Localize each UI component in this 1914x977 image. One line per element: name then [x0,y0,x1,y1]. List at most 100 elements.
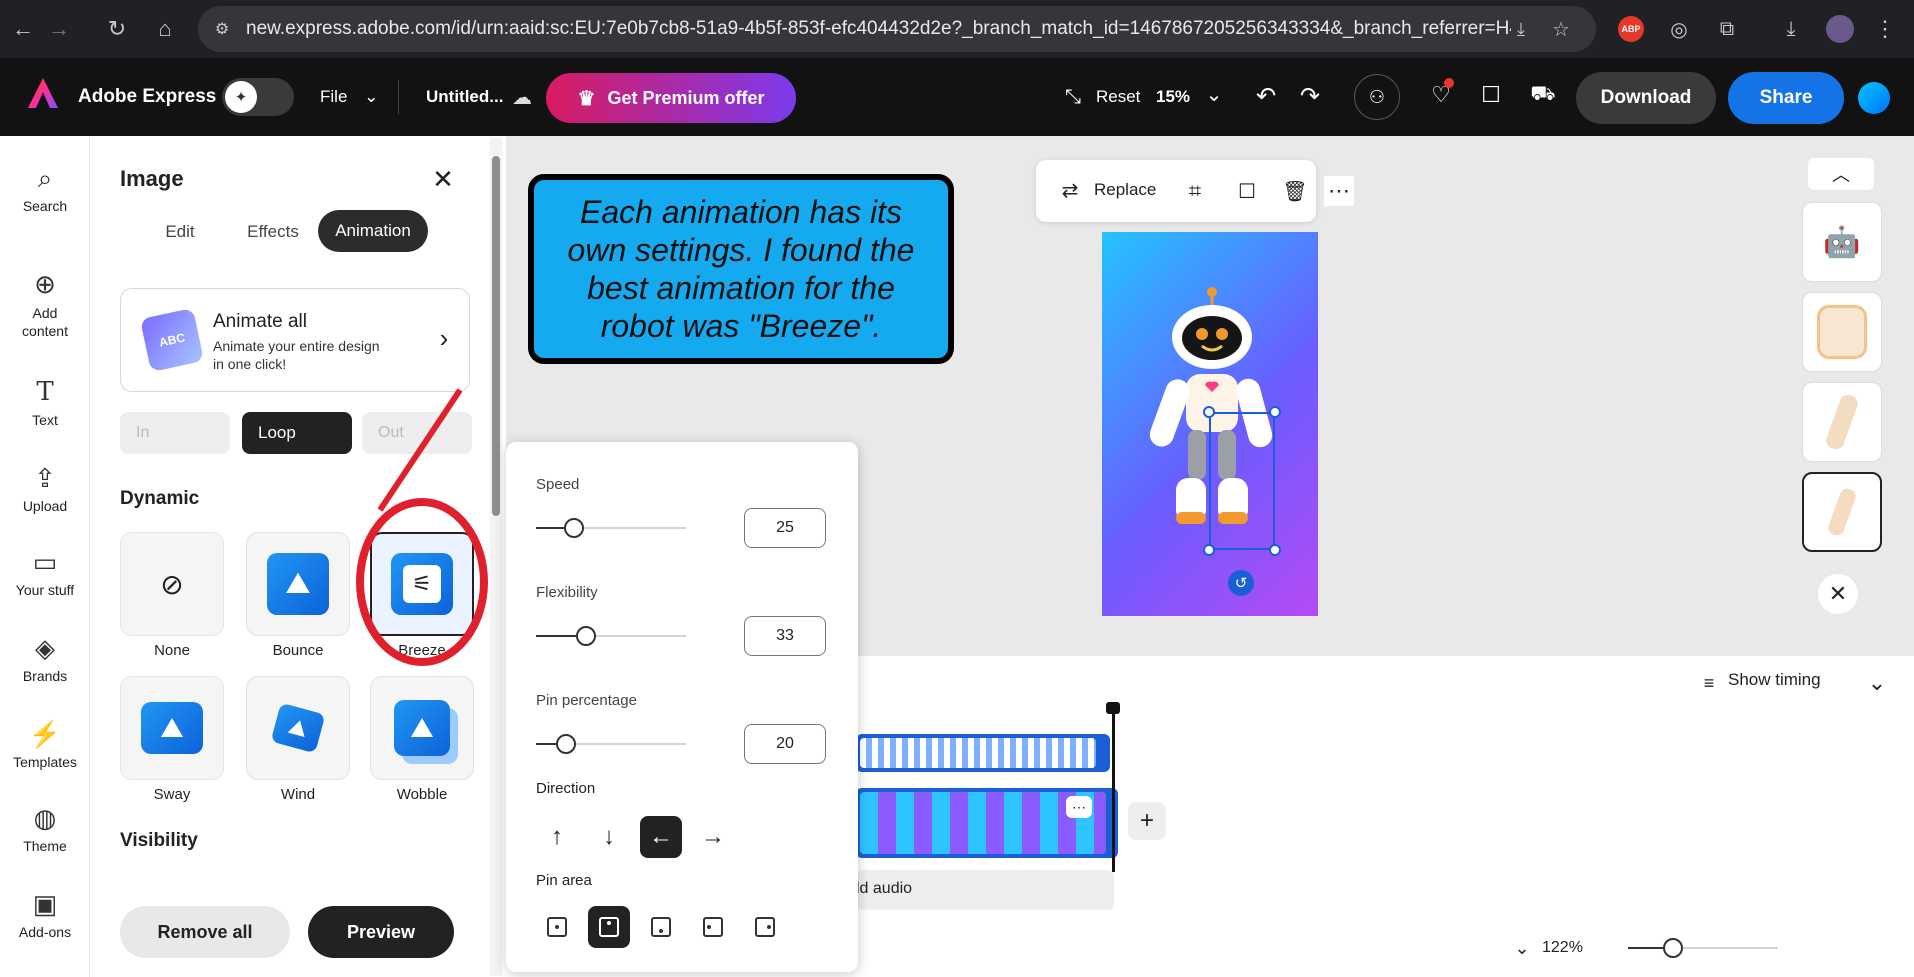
replace-button[interactable]: Replace [1094,180,1156,200]
direction-right-icon[interactable]: → [692,816,734,858]
design-artboard[interactable]: ↺ [1102,232,1318,616]
user-avatar[interactable] [1858,82,1890,114]
pin-area-top[interactable] [588,906,630,948]
back-icon[interactable]: ← [6,12,40,46]
cloud-save-icon[interactable]: ☁ [508,83,536,111]
tile-none[interactable]: ⊘ [120,532,224,636]
downloads-icon[interactable]: ⤓ [1776,14,1806,44]
timing-icon[interactable]: ≡ [1696,670,1722,696]
resize-handle[interactable] [1203,544,1215,556]
close-strip-icon[interactable]: ✕ [1818,574,1858,614]
direction-up-icon[interactable]: ↑ [536,816,578,858]
sync-extension-icon[interactable]: ◎ [1664,14,1694,44]
get-premium-button[interactable]: ♛ Get Premium offer [546,73,796,123]
address-bar[interactable]: ⚙ new.express.adobe.com/id/urn:aaid:sc:E… [198,6,1596,52]
crop-icon[interactable]: ⌗ [1180,176,1210,206]
pin-area-right[interactable] [744,906,786,948]
comment-icon[interactable]: ☐ [1232,176,1262,206]
trash-icon[interactable]: 🗑 [1280,176,1310,206]
selection-box[interactable] [1209,412,1275,550]
pin-percentage-input[interactable]: 20 [744,724,826,764]
slider-knob[interactable] [556,734,576,754]
rail-upload[interactable]: ⇪ Upload [0,464,90,514]
show-timing-button[interactable]: Show timing [1728,670,1821,690]
timeline-zoom-slider[interactable] [1628,938,1778,958]
animation-track[interactable] [856,734,1110,772]
segment-in[interactable]: In [120,412,230,454]
forward-icon[interactable]: → [42,12,76,46]
rail-brands[interactable]: ◈ Brands [0,634,90,684]
layer-thumb-leg[interactable] [1802,472,1882,552]
document-title[interactable]: Untitled... [426,87,503,107]
pin-area-bottom[interactable] [640,906,682,948]
add-audio-track[interactable]: ld audio [856,870,1114,910]
tab-effects[interactable]: Effects [230,214,316,250]
flexibility-input[interactable]: 33 [744,616,826,656]
bookmark-star-icon[interactable]: ☆ [1548,16,1574,42]
resize-handle[interactable] [1203,406,1215,418]
ai-toggle[interactable]: ✦ [222,78,294,116]
layer-thumb-head[interactable]: 🤖 [1802,202,1882,282]
replace-icon[interactable]: ⇄ [1056,176,1084,204]
track-more-icon[interactable]: ⋯ [1066,796,1092,818]
playhead[interactable] [1112,708,1115,872]
extensions-puzzle-icon[interactable]: ⧉ [1712,14,1742,44]
zoom-chevron-icon[interactable]: ⌄ [1510,936,1534,960]
schedule-truck-icon[interactable]: ⛟ [1526,78,1560,112]
speed-slider[interactable] [536,518,686,538]
collapse-up-icon[interactable]: ︿ [1808,158,1874,190]
rail-text[interactable]: T Text [0,378,90,428]
share-button[interactable]: Share [1728,72,1844,124]
rail-your-stuff[interactable]: ▭ Your stuff [0,548,90,598]
tab-edit[interactable]: Edit [150,214,210,250]
add-scene-button[interactable]: + [1128,802,1166,840]
tile-wobble[interactable]: ⛰ [370,676,474,780]
playhead-handle[interactable] [1106,702,1120,714]
profile-avatar[interactable] [1826,15,1854,43]
timeline-chevron-icon[interactable]: ⌄ [1862,668,1892,698]
file-menu[interactable]: File ⌄ [320,87,378,107]
zoom-level[interactable]: 15% [1156,87,1190,107]
browser-menu-icon[interactable]: ⋮ [1870,14,1900,44]
comment-icon[interactable]: ☐ [1474,78,1508,112]
rail-theme[interactable]: ◍ Theme [0,804,90,854]
layer-thumb-body[interactable] [1802,292,1882,372]
tile-sway[interactable]: ⛰ [120,676,224,780]
rail-templates[interactable]: ⚡ Templates [0,720,90,770]
site-info-icon[interactable]: ⚙ [210,17,234,41]
tile-bounce[interactable]: ⛰ [246,532,350,636]
slider-knob[interactable] [564,518,584,538]
rail-add-content[interactable]: ⊕ Add content [0,270,90,340]
adblock-extension-icon[interactable]: ABP [1618,16,1644,42]
more-options-icon[interactable]: ⋯ [1324,176,1354,206]
collaborate-icon[interactable]: ⚇ [1354,74,1400,120]
layer-thumb-arm[interactable] [1802,382,1882,462]
redo-icon[interactable]: ↷ [1294,80,1326,112]
resize-handle[interactable] [1269,406,1281,418]
slider-knob[interactable] [576,626,596,646]
preview-button[interactable]: Preview [308,906,454,958]
remove-all-button[interactable]: Remove all [120,906,290,958]
install-app-icon[interactable]: ⤓ [1508,16,1534,42]
flexibility-slider[interactable] [536,626,686,646]
pin-area-left[interactable] [536,906,578,948]
rail-add-ons[interactable]: ▣ Add-ons [0,890,90,940]
download-button[interactable]: Download [1576,72,1716,124]
pin-area-center[interactable] [692,906,734,948]
reset-icon[interactable]: ⤡ [1058,82,1088,112]
zoom-chevron-icon[interactable]: ⌄ [1200,80,1228,108]
rotate-handle-icon[interactable]: ↺ [1228,570,1254,596]
reload-icon[interactable]: ↻ [100,12,134,46]
pin-percentage-slider[interactable] [536,734,686,754]
slider-knob[interactable] [1663,938,1683,958]
resize-handle[interactable] [1269,544,1281,556]
undo-icon[interactable]: ↶ [1250,80,1282,112]
direction-left-icon[interactable]: ← [640,816,682,858]
rail-search[interactable]: ⌕ Search [0,164,90,214]
segment-loop[interactable]: Loop [242,412,352,454]
reset-button[interactable]: Reset [1096,87,1140,107]
direction-down-icon[interactable]: ↓ [588,816,630,858]
home-icon[interactable]: ⌂ [148,12,182,46]
tile-wind[interactable]: ⛰ [246,676,350,780]
scene-track[interactable]: ⋯ [856,788,1118,858]
